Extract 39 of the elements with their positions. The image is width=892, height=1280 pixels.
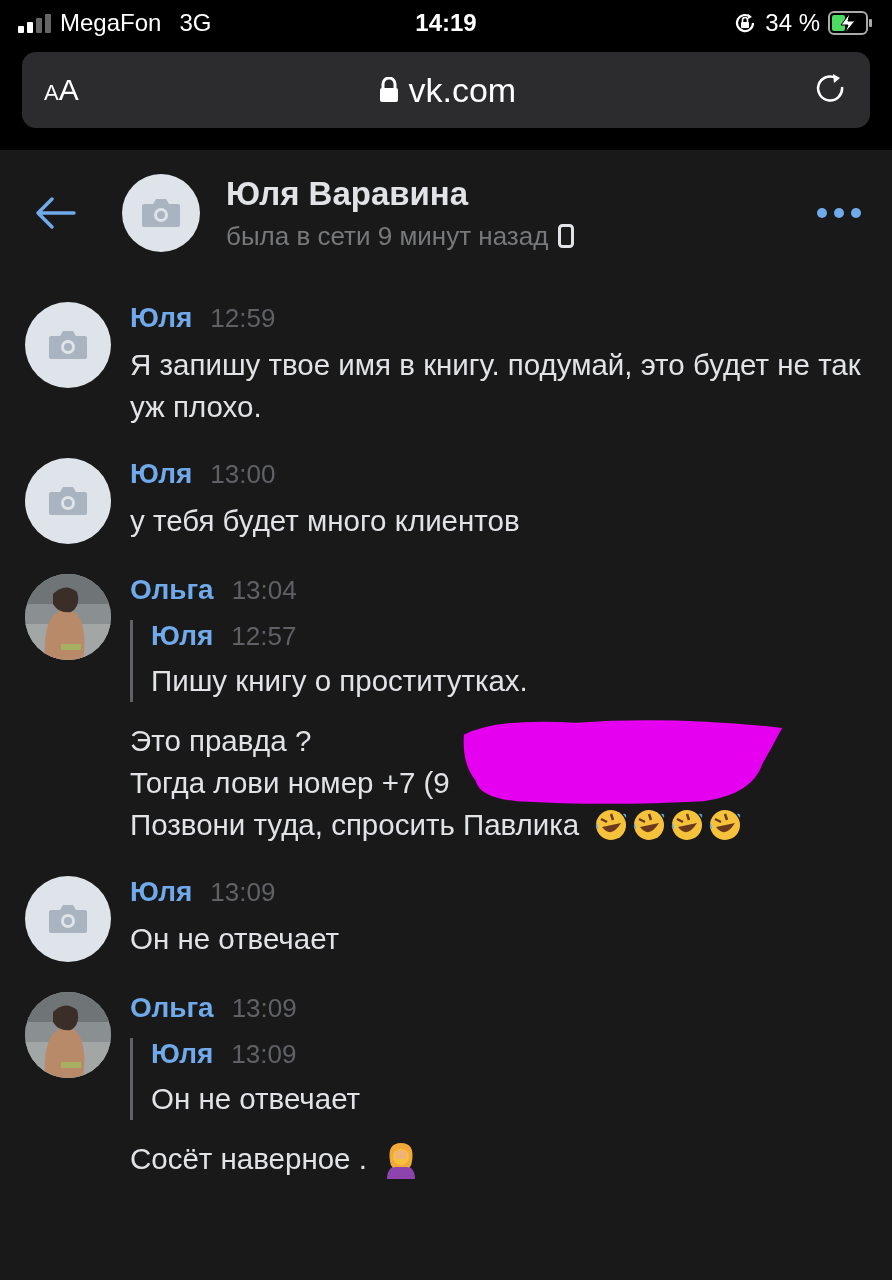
- message-time: 13:09: [210, 877, 276, 908]
- camera-icon: [140, 197, 182, 229]
- message-text: Сосёт наверное .: [130, 1141, 367, 1177]
- quoted-message-time: 13:09: [231, 1039, 297, 1070]
- last-seen-text: была в сети 9 минут назад: [226, 220, 549, 252]
- signal-icon: [18, 13, 52, 33]
- message-time: 13:09: [231, 993, 297, 1024]
- author-name[interactable]: Юля: [130, 458, 193, 490]
- message-text: Он не отвечает: [130, 921, 340, 957]
- camera-icon: [47, 903, 89, 935]
- quoted-message-text: Пишу книгу о проститутках.: [151, 663, 528, 699]
- message-time: 12:59: [210, 303, 276, 334]
- message-text: Это правда ?: [130, 723, 312, 759]
- message-text: у тебя будет много клиентов: [130, 503, 520, 539]
- camera-icon: [47, 485, 89, 517]
- more-icon[interactable]: [816, 207, 862, 219]
- quoted-message-text: Он не отвечает: [151, 1081, 361, 1117]
- message-time: 13:00: [210, 459, 276, 490]
- quoted-author-name: Юля: [151, 620, 214, 652]
- clock: 14:19: [415, 9, 477, 37]
- carrier-name: MegaFon: [60, 9, 162, 37]
- url-text: vk.com: [408, 70, 517, 110]
- back-arrow-icon[interactable]: [34, 196, 76, 230]
- quoted-message-time: 12:57: [231, 621, 297, 652]
- author-name[interactable]: Ольга: [130, 992, 214, 1024]
- message-text: Тогда лови номер +7 (9: [130, 765, 450, 801]
- message-text: Я запишу твое имя в книгу. подумай, это будет не так уж плохо.: [130, 347, 862, 425]
- message-text: Позвони туда, спросить Павлика: [130, 807, 580, 843]
- network-type: 3G: [179, 9, 212, 37]
- camera-icon: [47, 329, 89, 361]
- contact-name: Юля Варавина: [226, 174, 470, 213]
- author-name[interactable]: Юля: [130, 876, 193, 908]
- author-name[interactable]: Ольга: [130, 574, 214, 606]
- message-time: 13:04: [231, 575, 297, 606]
- address-bar[interactable]: AA vk.com: [22, 52, 870, 128]
- text-size-button[interactable]: AA: [44, 73, 79, 107]
- author-name[interactable]: Юля: [130, 302, 193, 334]
- quoted-author-name: Юля: [151, 1038, 214, 1070]
- battery-percent: 34 %: [765, 9, 820, 37]
